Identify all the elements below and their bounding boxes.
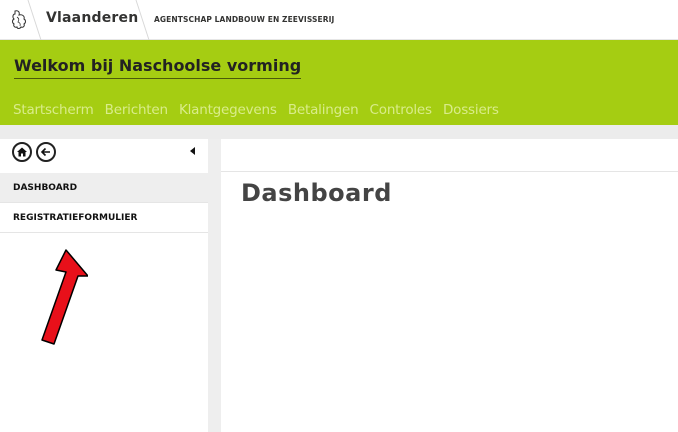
flemish-lion-logo-icon bbox=[12, 10, 26, 29]
back-button[interactable] bbox=[36, 142, 56, 162]
nav-controles[interactable]: Controles bbox=[370, 102, 433, 118]
divider bbox=[27, 0, 42, 40]
nav-berichten[interactable]: Berichten bbox=[105, 102, 168, 118]
page-title: Dashboard bbox=[241, 179, 392, 207]
home-button[interactable] bbox=[12, 142, 32, 162]
sidebar-item-registratieformulier[interactable]: REGISTRATIEFORMULIER bbox=[0, 203, 208, 233]
brand-name[interactable]: Vlaanderen bbox=[46, 10, 138, 26]
sidebar-toolbar bbox=[0, 139, 208, 173]
main-top-border bbox=[221, 171, 678, 172]
app-title[interactable]: Welkom bij Naschoolse vorming bbox=[14, 56, 302, 79]
sidebar-item-dashboard[interactable]: DASHBOARD bbox=[0, 173, 208, 203]
agency-name[interactable]: AGENTSCHAP LANDBOUW EN ZEEVISSERIJ bbox=[154, 15, 334, 24]
nav-startscherm[interactable]: Startscherm bbox=[13, 102, 94, 118]
header-band bbox=[0, 125, 678, 139]
home-icon bbox=[17, 147, 27, 157]
main-nav: Startscherm Berichten Klantgegevens Beta… bbox=[13, 99, 505, 119]
app-header: Welkom bij Naschoolse vorming Startscher… bbox=[0, 40, 678, 125]
main-content: Dashboard bbox=[221, 139, 678, 432]
back-arrow-icon bbox=[40, 147, 50, 157]
collapse-triangle-icon[interactable] bbox=[190, 147, 195, 155]
sidebar-divider-strip bbox=[208, 139, 221, 432]
annotation-arrow bbox=[41, 249, 88, 345]
nav-dossiers[interactable]: Dossiers bbox=[443, 102, 499, 118]
nav-betalingen[interactable]: Betalingen bbox=[288, 102, 359, 118]
top-bar: Vlaanderen AGENTSCHAP LANDBOUW EN ZEEVIS… bbox=[0, 0, 678, 40]
nav-klantgegevens[interactable]: Klantgegevens bbox=[179, 102, 277, 118]
